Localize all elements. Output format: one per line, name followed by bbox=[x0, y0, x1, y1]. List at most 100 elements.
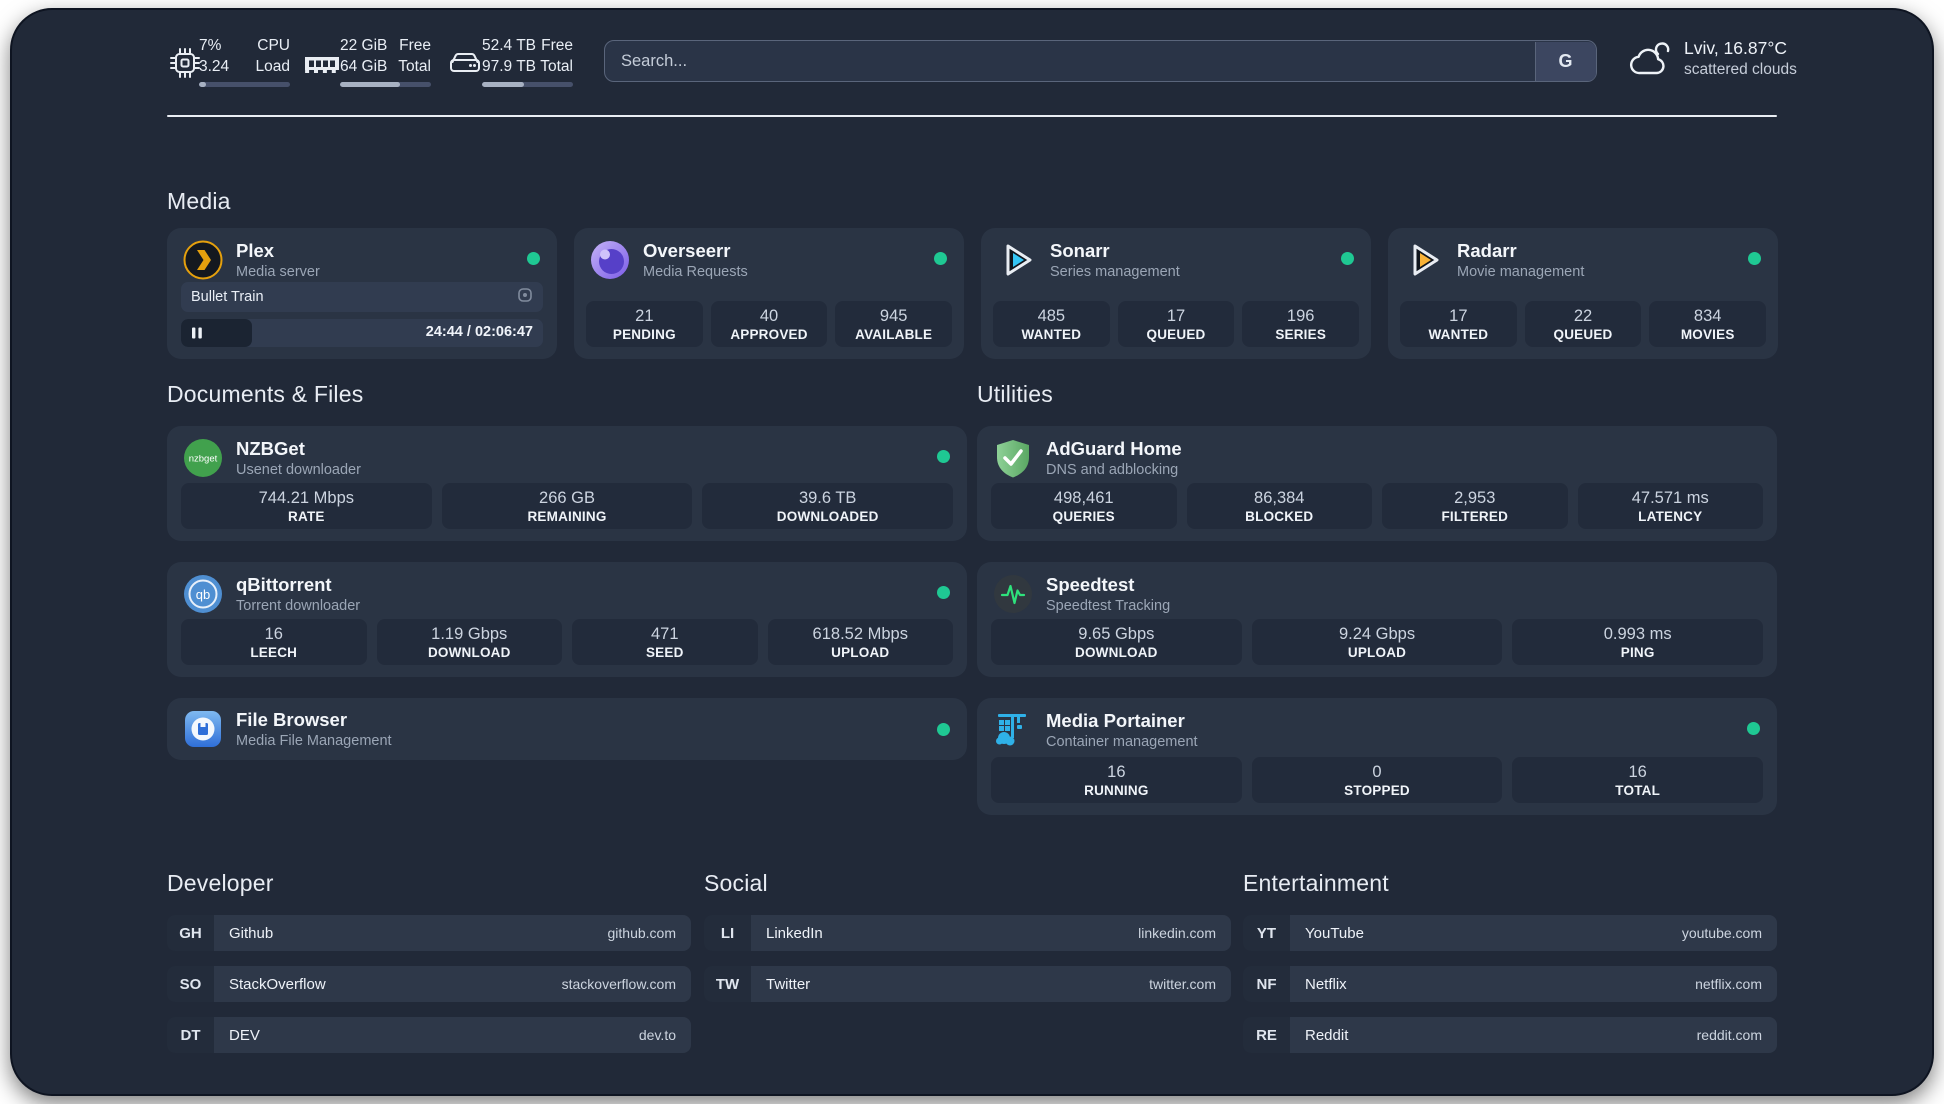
stat-value: 498,461 bbox=[1053, 488, 1114, 507]
session-icon[interactable] bbox=[517, 287, 533, 307]
plex-card[interactable]: Plex Media server Bullet Train 24:44 / 0… bbox=[167, 228, 557, 359]
bookmark-name: Netflix bbox=[1305, 975, 1347, 993]
stat-label: DOWNLOAD bbox=[1075, 644, 1158, 660]
stat-tile: 1.19 Gbps DOWNLOAD bbox=[376, 619, 562, 665]
stat-label: QUERIES bbox=[1052, 508, 1115, 524]
bookmark-stackoverflow[interactable]: SO StackOverflow stackoverflow.com bbox=[167, 966, 691, 1002]
memory-total: 64 GiB bbox=[340, 58, 388, 75]
filebrowser-card[interactable]: File Browser Media File Management bbox=[167, 698, 967, 760]
section-title-utilities: Utilities bbox=[977, 381, 1053, 407]
cpu-stat: 7% CPU 3.24 Load bbox=[199, 35, 290, 87]
app-desc: Series management bbox=[1050, 264, 1180, 280]
radarr-stats: 17 WANTED 22 QUEUED 834 MOVIES bbox=[1400, 301, 1767, 347]
bookmark-abbr: NF bbox=[1243, 966, 1290, 1002]
stat-value: 0 bbox=[1372, 762, 1382, 781]
bookmark-linkedin[interactable]: LI LinkedIn linkedin.com bbox=[704, 915, 1231, 951]
stat-tile: 9.65 Gbps DOWNLOAD bbox=[991, 619, 1242, 665]
bookmark-name: DEV bbox=[229, 1026, 260, 1044]
stat-tile: 834 MOVIES bbox=[1649, 301, 1767, 347]
plex-now-playing: Bullet Train 24:44 / 02:06:47 bbox=[181, 282, 543, 347]
bookmark-url: dev.to bbox=[638, 1027, 676, 1043]
bookmark-pill: YouTube youtube.com bbox=[1290, 915, 1777, 951]
bookmark-netflix[interactable]: NF Netflix netflix.com bbox=[1243, 966, 1777, 1002]
sonarr-meta: Sonarr Series management bbox=[1050, 240, 1180, 280]
speedtest-card[interactable]: Speedtest Speedtest Tracking 9.65 Gbps DO… bbox=[977, 562, 1777, 677]
bookmark-pill: StackOverflow stackoverflow.com bbox=[214, 966, 691, 1002]
search-engine-button[interactable]: G bbox=[1534, 41, 1596, 81]
app-name: NZBGet bbox=[236, 438, 305, 459]
overseerr-stats: 21 PENDING 40 APPROVED 945 AVAILABLE bbox=[586, 301, 953, 347]
stat-value: 22 bbox=[1573, 306, 1593, 325]
stat-label: APPROVED bbox=[730, 326, 808, 342]
playback-time: 24:44 / 02:06:47 bbox=[425, 324, 533, 340]
radarr-icon bbox=[1404, 240, 1444, 280]
app-name: Speedtest bbox=[1046, 574, 1135, 595]
app-name: qBittorrent bbox=[236, 574, 332, 595]
stat-value: 17 bbox=[1166, 306, 1186, 325]
stat-tile: 17 QUEUED bbox=[1117, 301, 1235, 347]
cpu-label: CPU bbox=[257, 37, 290, 54]
stat-value: 744.21 Mbps bbox=[258, 488, 355, 507]
cpu-progress-track bbox=[199, 82, 290, 87]
search-input[interactable] bbox=[604, 40, 1597, 82]
bookmark-abbr: GH bbox=[167, 915, 214, 951]
stat-value: 485 bbox=[1037, 306, 1066, 325]
stat-value: 834 bbox=[1693, 306, 1722, 325]
app-name: Overseerr bbox=[643, 240, 731, 261]
disk-icon bbox=[447, 45, 483, 86]
bookmark-youtube[interactable]: YT YouTube youtube.com bbox=[1243, 915, 1777, 951]
stat-value: 618.52 Mbps bbox=[812, 624, 908, 643]
stat-label: WANTED bbox=[1021, 326, 1082, 342]
overseerr-meta: Overseerr Media Requests bbox=[643, 240, 748, 280]
section-title-developer: Developer bbox=[167, 870, 274, 896]
playback-progress-bar[interactable]: 24:44 / 02:06:47 bbox=[181, 319, 543, 347]
bookmark-url: youtube.com bbox=[1681, 925, 1762, 941]
portainer-meta: Media Portainer Container management bbox=[1046, 710, 1198, 750]
app-name: File Browser bbox=[236, 709, 348, 730]
bookmark-pill: Reddit reddit.com bbox=[1290, 1017, 1777, 1053]
nzbget-card[interactable]: nzbget NZBGet Usenet downloader 744.21 M… bbox=[167, 426, 967, 541]
pause-icon[interactable] bbox=[190, 326, 204, 345]
bookmark-github[interactable]: GH Github github.com bbox=[167, 915, 691, 951]
portainer-card[interactable]: Media Portainer Container management 16 R… bbox=[977, 698, 1777, 815]
stat-value: 0.993 ms bbox=[1603, 624, 1672, 643]
filebrowser-header: File Browser Media File Management bbox=[183, 709, 392, 749]
speedtest-stats: 9.65 Gbps DOWNLOAD 9.24 Gbps UPLOAD 0.993 … bbox=[991, 619, 1764, 665]
section-title-entertainment: Entertainment bbox=[1243, 870, 1389, 896]
stat-value: 196 bbox=[1286, 306, 1315, 325]
cpu-icon bbox=[167, 45, 203, 86]
memory-progress-track bbox=[340, 82, 431, 87]
bookmark-reddit[interactable]: RE Reddit reddit.com bbox=[1243, 1017, 1777, 1053]
stat-label: PENDING bbox=[612, 326, 676, 342]
stat-value: 945 bbox=[879, 306, 908, 325]
filebrowser-icon bbox=[183, 709, 223, 749]
overseerr-card[interactable]: Overseerr Media Requests 21 PENDING 40 APP… bbox=[574, 228, 964, 359]
stat-tile: 471 SEED bbox=[572, 619, 758, 665]
app-desc: Usenet downloader bbox=[236, 462, 361, 478]
adguard-card[interactable]: AdGuard Home DNS and adblocking 498,461 Q… bbox=[977, 426, 1777, 541]
plex-icon bbox=[183, 240, 223, 280]
bookmark-twitter[interactable]: TW Twitter twitter.com bbox=[704, 966, 1231, 1002]
adguard-meta: AdGuard Home DNS and adblocking bbox=[1046, 438, 1182, 478]
stat-label: WANTED bbox=[1428, 326, 1489, 342]
bookmark-url: reddit.com bbox=[1696, 1027, 1762, 1043]
status-dot bbox=[527, 252, 540, 265]
stat-tile: 196 SERIES bbox=[1242, 301, 1360, 347]
sonarr-stats: 485 WANTED 17 QUEUED 196 SERIES bbox=[993, 301, 1360, 347]
bookmark-url: twitter.com bbox=[1149, 976, 1216, 992]
bookmark-url: stackoverflow.com bbox=[561, 976, 676, 992]
overseerr-icon bbox=[590, 240, 630, 280]
nzbget-icon: nzbget bbox=[183, 438, 223, 478]
radarr-card[interactable]: Radarr Movie management 17 WANTED 22 QUEUE… bbox=[1388, 228, 1778, 359]
bookmark-abbr: DT bbox=[167, 1017, 214, 1053]
qbittorrent-card[interactable]: qb qBittorrent Torrent downloader 16 LEEC… bbox=[167, 562, 967, 677]
portainer-header: Media Portainer Container management bbox=[993, 710, 1198, 750]
qbittorrent-meta: qBittorrent Torrent downloader bbox=[236, 574, 360, 614]
stat-value: 1.19 Gbps bbox=[431, 624, 508, 643]
bookmark-dev[interactable]: DT DEV dev.to bbox=[167, 1017, 691, 1053]
stat-tile: 16 TOTAL bbox=[1512, 757, 1764, 803]
sonarr-card[interactable]: Sonarr Series management 485 WANTED 17 QUE… bbox=[981, 228, 1371, 359]
weather-location: Lviv, 16.87°C bbox=[1684, 38, 1787, 58]
memory-total-label: Total bbox=[398, 58, 431, 75]
stat-value: 47.571 ms bbox=[1631, 488, 1709, 507]
